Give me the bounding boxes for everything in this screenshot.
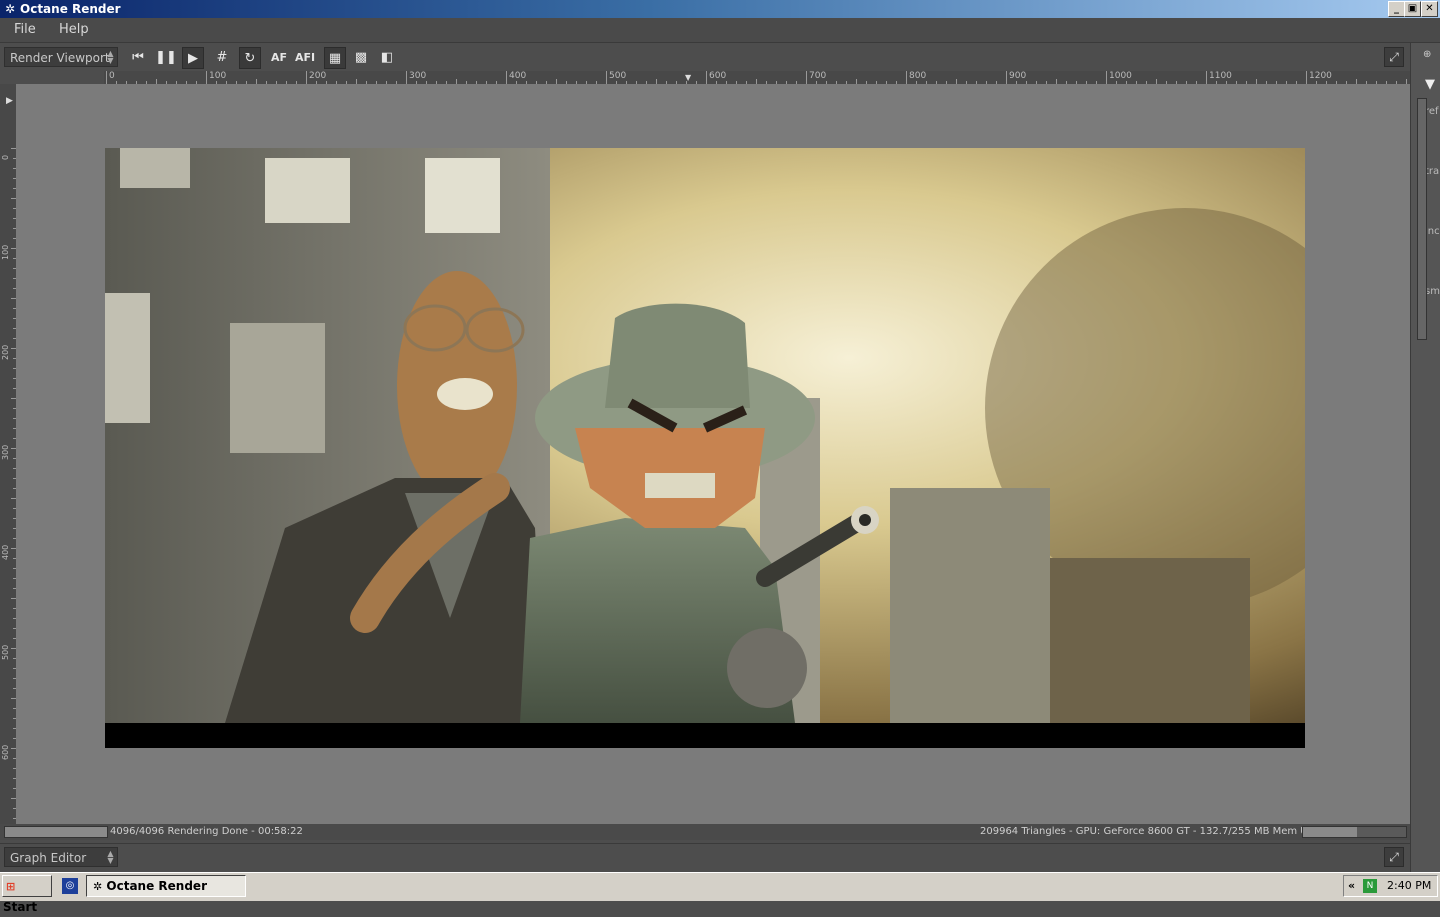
grid-icon[interactable]: # (211, 47, 233, 69)
ruler-label: 400 (1, 544, 10, 560)
memory-usage-fill (1303, 827, 1357, 837)
alpha-toggle-icon[interactable]: ◧ (376, 47, 398, 69)
panel-label-inc: inc (1425, 226, 1440, 237)
system-tray: « N 2:40 PM (1343, 875, 1438, 897)
horizontal-ruler: 0 100 200 300 400 500 600 700 800 900 1000 1100 1200 (104, 71, 1410, 85)
panel-scrollbar[interactable] (1417, 98, 1427, 340)
network-status-icon[interactable]: N (1363, 879, 1377, 893)
ruler-label: 100 (1, 244, 10, 260)
spinner-arrows-icon: ▲ ▼ (107, 49, 114, 65)
panel-label-ref: ref (1425, 106, 1439, 117)
ruler-label: 0 (106, 71, 115, 82)
rendered-image[interactable] (105, 148, 1305, 748)
panel-pin-icon[interactable]: ⊕ (1423, 49, 1431, 60)
ruler-label: 500 (1, 644, 10, 660)
render-progress-fill (5, 827, 107, 837)
ruler-label: 300 (1, 444, 10, 460)
ruler-label: 0 (1, 154, 10, 160)
minimize-button[interactable]: _ (1388, 1, 1405, 17)
ruler-corner (0, 71, 104, 84)
windows-logo-icon: ⊞ (6, 880, 16, 893)
graph-editor-select[interactable]: Graph Editor ▲ ▼ (4, 847, 118, 867)
ruler-label: 600 (1, 744, 10, 760)
ruler-marker-icon: ▼ (685, 73, 692, 82)
fill-pattern-icon[interactable]: ▦ (324, 47, 346, 69)
viewport-select[interactable]: Render Viewport ▲ ▼ (4, 47, 118, 67)
octane-logo-icon: ✲ (93, 880, 103, 893)
checker-pattern-icon[interactable]: ▩ (350, 47, 372, 69)
ruler-arrow-icon: ▶ (6, 96, 13, 106)
menu-file[interactable]: File (14, 21, 36, 39)
menu-help[interactable]: Help (59, 21, 89, 39)
graph-editor-select-value: Graph Editor (10, 851, 87, 865)
render-scene (105, 148, 1305, 748)
panel-label-tra: tra (1425, 166, 1440, 177)
refresh-icon[interactable]: ↻ (239, 47, 261, 69)
maximize-viewport-icon[interactable]: ⤢ (1384, 47, 1404, 67)
panel-collapse-icon[interactable]: ▼ (1425, 77, 1435, 92)
render-status-text: 4096/4096 Rendering Done - 00:58:22 (110, 826, 303, 837)
play-icon[interactable]: ▶ (182, 47, 204, 69)
tray-expand-chevron[interactable]: « (1348, 876, 1355, 896)
window-title-bar[interactable]: ✲ Octane Render _ ▣ ✕ (0, 0, 1440, 18)
taskbar-button-octane[interactable]: ✲ Octane Render (86, 875, 246, 897)
maximize-graph-editor-icon[interactable]: ⤢ (1384, 847, 1404, 867)
panel-label-sm: sm (1425, 286, 1440, 297)
close-button[interactable]: ✕ (1421, 1, 1438, 17)
restore-button[interactable]: ▣ (1404, 1, 1421, 17)
octane-logo-icon: ✲ (4, 2, 16, 16)
status-bar: 4096/4096 Rendering Done - 00:58:22 2099… (0, 824, 1410, 840)
spinner-arrows-icon: ▲ ▼ (107, 849, 114, 865)
right-side-panel: ⊕ ▼ ref tra inc sm (1410, 43, 1440, 872)
window-title: Octane Render (20, 2, 121, 16)
ruler-label: 1200 (1306, 71, 1332, 82)
viewport-select-value: Render Viewport (10, 51, 110, 65)
ruler-label: 1100 (1206, 71, 1232, 82)
ruler-label: 1000 (1106, 71, 1132, 82)
menu-bar: File Help (0, 18, 1440, 43)
rewind-icon[interactable]: ⏮ (127, 47, 149, 69)
graph-editor-bar (0, 843, 1410, 873)
clock[interactable]: 2:40 PM (1387, 876, 1431, 896)
vertical-ruler: ▶ 0 100 200 300 400 500 600 (0, 84, 17, 824)
gpu-status-text: 209964 Triangles - GPU: GeForce 8600 GT … (980, 826, 1326, 837)
start-button[interactable]: ⊞ Start (2, 875, 52, 914)
quicklaunch-icon[interactable]: ◎ (62, 878, 78, 894)
start-label: Start (3, 900, 38, 914)
autofocus-interactive-button[interactable]: AFI (294, 47, 316, 69)
taskbar-button-label: Octane Render (106, 879, 207, 893)
pause-icon[interactable]: ❚❚ (155, 47, 177, 69)
render-progress-bar (4, 826, 108, 838)
ruler-label: 200 (1, 344, 10, 360)
memory-usage-bar (1302, 826, 1407, 838)
autofocus-button[interactable]: AF (268, 47, 290, 69)
